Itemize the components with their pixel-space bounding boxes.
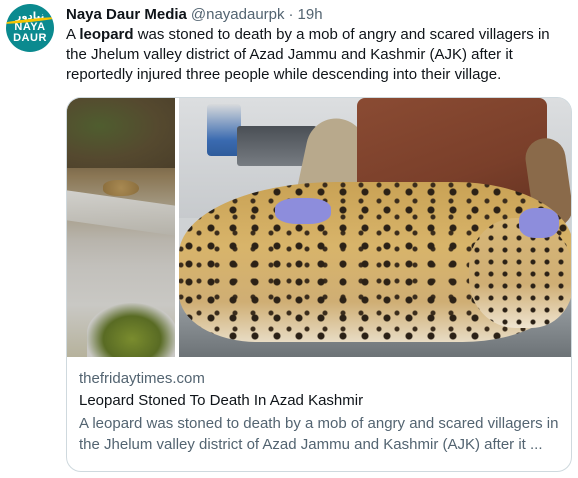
road-shape (67, 190, 175, 236)
tweet-header: Naya Daur Media @nayadaurpk · 19h (66, 4, 323, 24)
glove-left (275, 198, 331, 224)
leopard-head-shape (469, 218, 571, 328)
tweet-text-start: A (66, 26, 80, 43)
vegetation-shape (67, 98, 175, 168)
leopard-walking-shape (103, 180, 139, 196)
card-description[interactable]: A leopard was stoned to death by a mob o… (79, 413, 565, 455)
tweet-timestamp[interactable]: 19h (298, 6, 323, 23)
header-separator: · (288, 5, 294, 23)
card-domain[interactable]: thefridaytimes.com (79, 369, 205, 389)
avatar-logo-line1: NAYA (14, 20, 46, 33)
avatar[interactable]: نیادور NAYA DAUR (6, 4, 54, 52)
author-handle[interactable]: @nayadaurpk (191, 6, 285, 23)
card-image-right[interactable] (179, 98, 571, 357)
card-title[interactable]: Leopard Stoned To Death In Azad Kashmir (79, 391, 363, 411)
card-image-left[interactable] (67, 98, 175, 357)
microscope-shape (207, 104, 241, 156)
tweet-text-rest: was stoned to death by a mob of angry an… (66, 26, 550, 83)
tweet-text-bold: leopard (79, 26, 134, 43)
glove-right (519, 208, 559, 238)
link-preview-card[interactable]: thefridaytimes.com Leopard Stoned To Dea… (66, 97, 572, 472)
shrub-shape (87, 303, 175, 357)
tweet-text: A leopard was stoned to death by a mob o… (66, 25, 566, 85)
author-name[interactable]: Naya Daur Media (66, 6, 187, 23)
avatar-logo-line2: DAUR (13, 31, 47, 44)
